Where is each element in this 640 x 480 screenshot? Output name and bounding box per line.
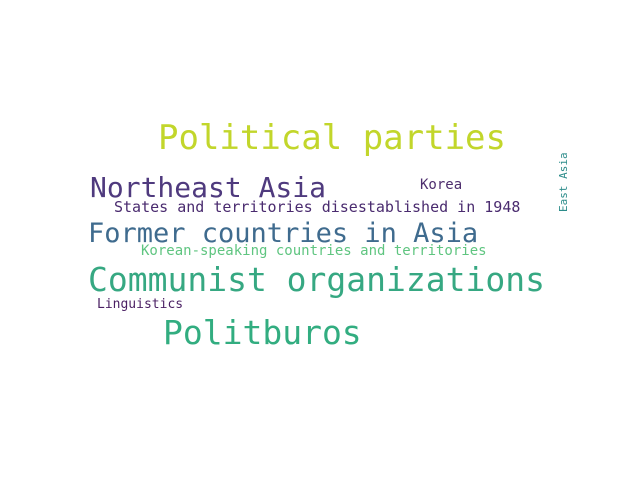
word-states-disestablished-1948: States and territories disestablished in…: [114, 198, 521, 216]
word-east-asia: East Asia: [557, 152, 570, 212]
word-linguistics: Linguistics: [97, 297, 184, 312]
word-korean-speaking-countries: Korean-speaking countries and territorie…: [141, 243, 487, 259]
word-communist-organizations: Communist organizations: [88, 260, 545, 299]
word-korea: Korea: [420, 177, 463, 193]
word-political-parties: Political parties: [158, 118, 506, 158]
word-politburos: Politburos: [163, 313, 362, 352]
word-cloud: Political parties Northeast Asia Korea S…: [0, 0, 640, 480]
